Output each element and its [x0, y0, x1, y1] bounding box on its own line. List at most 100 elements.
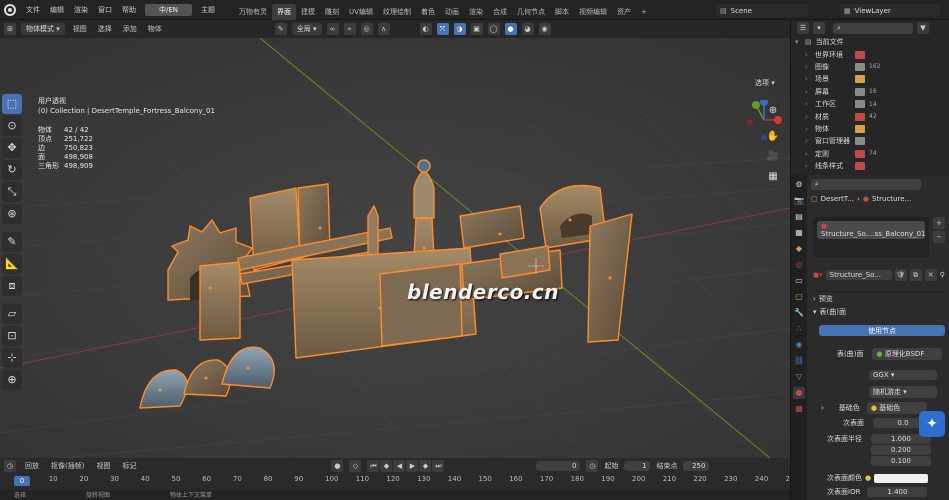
next-key-icon[interactable]: ◆ [419, 460, 432, 472]
subsurface-radius-y[interactable]: 0.200 [871, 445, 931, 455]
node-tree-icon[interactable]: ⚲ [940, 271, 945, 279]
outliner-search[interactable]: ⌕ [833, 22, 913, 34]
menu-select[interactable]: 选择 [95, 24, 115, 34]
object-tab-icon[interactable]: ▢ [793, 291, 805, 303]
3d-viewport[interactable]: ⬚ ⊙ ✥ ↻ ⤡ ⊛ ✎ 📐 ⧈ ▱ ⊡ ⊹ ⊕ 用户透视 (0) Collection | Dese… [0, 38, 790, 458]
measure-tool-icon[interactable]: 📐 [2, 254, 22, 274]
subsurface-radius-z[interactable]: 0.100 [871, 456, 931, 466]
menu-playback[interactable]: 回放 [22, 461, 42, 471]
expand-arrow-icon[interactable]: › [805, 113, 811, 121]
physics-tab-icon[interactable]: ◉ [793, 339, 805, 351]
overlay-toggle-icon[interactable]: ◑ [453, 23, 466, 35]
outliner-item[interactable]: › 场景 [791, 73, 949, 85]
solid-shading-icon[interactable]: ● [504, 23, 517, 35]
record-icon[interactable]: ● [331, 460, 344, 472]
surface-shader-field[interactable]: ● 原理化BSDF [872, 348, 943, 360]
collection-tab-icon[interactable]: ▭ [793, 275, 805, 287]
workspace-tab[interactable]: 动画 [440, 4, 464, 20]
outliner-item[interactable]: › 线条样式 [791, 160, 949, 172]
snap-icon[interactable]: ⌖ [343, 23, 356, 35]
workspace-tab[interactable]: UV编辑 [344, 4, 378, 20]
snap-tool-icon[interactable]: ⊹ [2, 348, 22, 368]
annotate-tool-icon[interactable]: ✎ [2, 232, 22, 252]
expand-arrow-icon[interactable]: › [805, 63, 811, 71]
material-slot-item[interactable]: ● Structure_So....ss_Balcony_01 [817, 221, 926, 239]
origin-tool-icon[interactable]: ⊡ [2, 326, 22, 346]
workspace-tab[interactable]: 合成 [488, 4, 512, 20]
menu-marker[interactable]: 标记 [119, 461, 139, 471]
outliner-type-icon[interactable]: ☰ [797, 22, 809, 34]
scene-tab-icon[interactable]: ◆ [793, 243, 805, 255]
modifier-tab-icon[interactable]: 🔧 [793, 307, 805, 319]
constraints-tab-icon[interactable]: ⛓ [793, 355, 805, 367]
workspace-tab[interactable]: 界面 [272, 3, 297, 20]
menu-file[interactable]: 文件 [21, 5, 45, 15]
workspace-tab[interactable]: 脚本 [550, 4, 574, 20]
mode-dropdown[interactable]: 物体模式 ▾ [21, 23, 65, 35]
shear-tool-icon[interactable]: ▱ [2, 304, 22, 324]
scene-selector[interactable]: ▤ Scene [716, 4, 808, 17]
material-shading-icon[interactable]: ◕ [521, 23, 534, 35]
falloff-icon[interactable]: ∧ [377, 23, 390, 35]
properties-search[interactable]: ⌕ [811, 179, 921, 190]
options-dropdown[interactable]: 选项 ▾ [755, 78, 775, 88]
menu-object[interactable]: 物体 [145, 24, 165, 34]
view-layer-tab-icon[interactable]: ▦ [793, 227, 805, 239]
frame-ruler[interactable]: 0 10 20 30 40 50 60 70 80 90 100 110 120 130 140 150 160… [14, 475, 799, 487]
expand-arrow-icon[interactable]: › [805, 162, 811, 170]
outliner-item[interactable]: › 物体 [791, 123, 949, 135]
pivot-icon[interactable]: ✎ [274, 23, 287, 35]
material-slot-list[interactable]: ● Structure_So....ss_Balcony_01 [813, 217, 929, 257]
move-tool-icon[interactable]: ✥ [2, 138, 22, 158]
extra-tool-icon[interactable]: ⊕ [2, 370, 22, 390]
texture-tab-icon[interactable]: ▦ [793, 403, 805, 415]
menu-keying[interactable]: 抠像(插帧) [48, 461, 87, 471]
workspace-tab[interactable]: 万物有灵 [234, 4, 272, 20]
display-mode-icon[interactable]: ▾ [813, 22, 825, 34]
outliner-item[interactable]: › 屏幕 16 [791, 86, 949, 98]
playhead[interactable]: 0 [14, 476, 30, 486]
menu-window[interactable]: 窗口 [93, 5, 117, 15]
start-frame-field[interactable]: 1 [624, 461, 651, 471]
outliner-item[interactable]: › 定则 74 [791, 148, 949, 160]
preview-section[interactable]: › 预览 [813, 291, 945, 304]
end-frame-field[interactable]: 250 [683, 461, 710, 471]
menu-add[interactable]: 添加 [120, 24, 140, 34]
camera-icon[interactable]: 🎥 [766, 150, 780, 164]
data-tab-icon[interactable]: ▽ [793, 371, 805, 383]
jump-end-icon[interactable]: ⏭ [432, 460, 445, 472]
expand-arrow-icon[interactable]: › [805, 100, 811, 108]
zoom-icon[interactable]: ⊕ [766, 104, 780, 118]
subsurface-color-swatch[interactable] [874, 473, 929, 483]
expand-arrow-icon[interactable]: › [805, 137, 811, 145]
cursor-tool-icon[interactable]: ⊙ [2, 116, 22, 136]
fake-user-icon[interactable]: 🛡 [894, 269, 907, 281]
scale-tool-icon[interactable]: ⤡ [2, 182, 22, 202]
gizmo-y-dot[interactable] [752, 101, 760, 109]
breadcrumb-material[interactable]: Structure... [872, 195, 911, 203]
jump-start-icon[interactable]: ⏮ [367, 460, 380, 472]
floating-app-icon[interactable]: ✦ [919, 411, 945, 437]
outliner-item[interactable]: › 图像 162 [791, 61, 949, 73]
transform-tool-icon[interactable]: ⊛ [2, 204, 22, 224]
wireframe-shading-icon[interactable]: ◯ [487, 23, 500, 35]
particles-tab-icon[interactable]: ∴ [793, 323, 805, 335]
proportional-edit-icon[interactable]: ◎ [360, 23, 373, 35]
blender-logo-icon[interactable] [4, 3, 16, 16]
visibility-icon[interactable]: ◐ [419, 23, 432, 35]
add-cube-tool-icon[interactable]: ⧈ [2, 276, 22, 296]
filter-icon[interactable]: ▼ [917, 22, 929, 34]
outliner-item[interactable]: › 工作区 14 [791, 98, 949, 110]
menu-render[interactable]: 渲染 [69, 5, 93, 15]
gizmo-neg-x-dot[interactable] [747, 119, 753, 125]
subsurface-ior-field[interactable]: 1.400 [867, 487, 928, 497]
world-tab-icon[interactable]: ◎ [793, 259, 805, 271]
menu-help[interactable]: 帮助 [117, 5, 141, 15]
view-layer-selector[interactable]: ▦ ViewLayer [840, 4, 940, 17]
asset-fortress-front[interactable] [379, 263, 463, 347]
link-icon[interactable]: ∞ [326, 23, 339, 35]
outliner-item[interactable]: › 材质 42 [791, 110, 949, 122]
menu-view[interactable]: 视图 [70, 24, 90, 34]
use-nodes-button[interactable]: 使用节点 [819, 325, 945, 336]
outliner-item[interactable]: › 世界环境 [791, 48, 949, 60]
